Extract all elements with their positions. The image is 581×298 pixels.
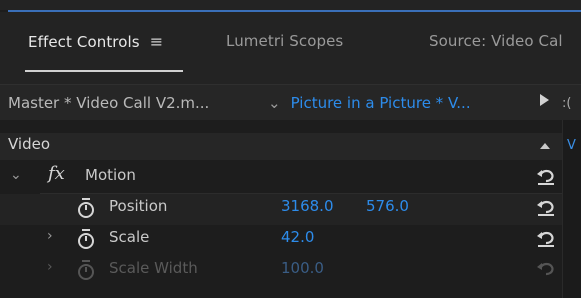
motion-label: Motion	[85, 166, 136, 184]
timeline-peek-text: :(	[562, 96, 572, 111]
scale-value[interactable]: 42.0	[281, 228, 314, 246]
active-tab-underline	[25, 70, 183, 72]
position-y-value[interactable]: 576.0	[366, 197, 409, 215]
effect-properties: Video ⌄ fx Motion Position 3168.0 576.0 …	[0, 120, 562, 298]
reset-arrow-icon	[537, 262, 554, 276]
fx-toggle-icon[interactable]: fx	[48, 163, 65, 184]
collapse-up-icon[interactable]	[540, 143, 550, 149]
scale-property-row[interactable]: › Scale 42.0	[0, 225, 562, 256]
scale-width-property-row: › Scale Width 100.0	[0, 256, 562, 287]
master-clip-link[interactable]: Master * Video Call V2.m...	[8, 94, 209, 112]
tab-effect-controls[interactable]: Effect Controls ≡	[28, 32, 163, 51]
reset-arrow-icon[interactable]	[535, 227, 557, 249]
menu-icon[interactable]: ≡	[150, 32, 164, 51]
position-x-value[interactable]: 3168.0	[281, 197, 334, 215]
video-section-header[interactable]: Video	[0, 133, 562, 160]
scale-width-label: Scale Width	[109, 259, 198, 277]
chevron-right-icon[interactable]: ›	[47, 228, 53, 244]
chevron-down-icon: ⌄	[268, 94, 281, 112]
tab-lumetri-scopes[interactable]: Lumetri Scopes	[226, 32, 343, 50]
chevron-down-icon[interactable]: ⌄	[10, 167, 22, 183]
scale-width-value: 100.0	[281, 259, 324, 277]
tab-effect-controls-label: Effect Controls	[28, 33, 140, 51]
sequence-clip-dropdown[interactable]: ⌄ Picture in a Picture * V...	[268, 94, 471, 112]
panel-tab-bar: Effect Controls ≡ Lumetri Scopes Source: …	[0, 12, 581, 84]
position-property-row[interactable]: Position 3168.0 576.0	[0, 194, 562, 225]
timeline-track-letter: V	[567, 138, 576, 153]
reset-arrow-icon[interactable]	[535, 196, 557, 218]
position-label: Position	[109, 197, 168, 215]
play-triangle-icon[interactable]	[540, 94, 549, 106]
timeline-strip: V	[562, 120, 581, 298]
motion-effect-row[interactable]: ⌄ fx Motion	[0, 163, 562, 194]
tab-source[interactable]: Source: Video Cal	[429, 32, 563, 50]
stopwatch-icon[interactable]	[76, 228, 96, 250]
video-section-label: Video	[8, 135, 51, 153]
clip-header: Master * Video Call V2.m... ⌄ Picture in …	[0, 84, 581, 120]
chevron-right-icon: ›	[47, 259, 53, 275]
stopwatch-icon[interactable]	[76, 197, 96, 219]
sequence-clip-label: Picture in a Picture * V...	[290, 94, 471, 112]
reset-arrow-icon[interactable]	[535, 165, 557, 187]
scale-label: Scale	[109, 228, 150, 246]
top-strip	[0, 0, 581, 10]
stopwatch-icon	[78, 260, 94, 280]
